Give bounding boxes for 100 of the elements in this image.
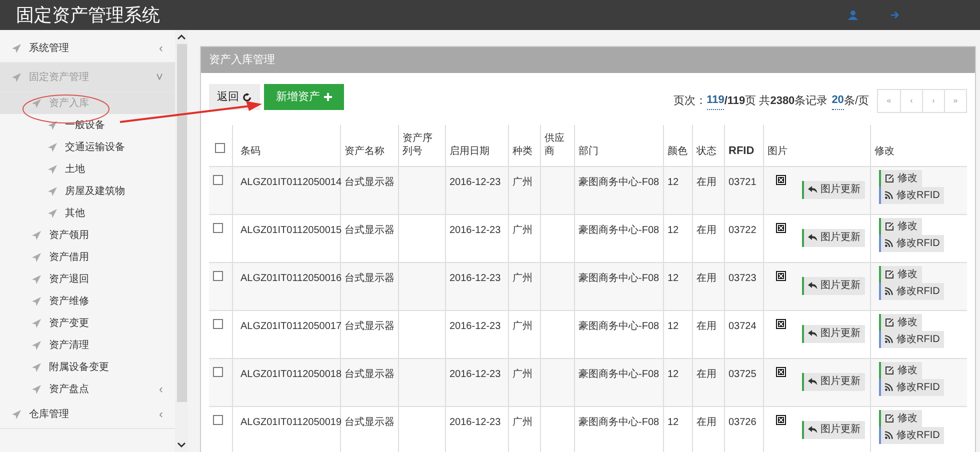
table-cell: 台式显示器 (344, 176, 394, 188)
table-cell: 2016-12-23 (450, 176, 501, 188)
sidebar-item[interactable]: 资产变更 (0, 312, 175, 334)
current-page-link[interactable]: 119 (706, 92, 724, 110)
broken-image-icon[interactable] (776, 318, 786, 328)
rss-icon (884, 431, 892, 439)
sidebar-item[interactable]: 资产清理 (0, 334, 175, 356)
broken-image-icon[interactable] (776, 174, 786, 184)
reply-icon (808, 378, 816, 385)
row-checkbox[interactable] (213, 366, 223, 376)
scrollbar-thumb[interactable] (176, 44, 186, 402)
scrollbar[interactable] (175, 30, 188, 452)
table-cell: 在用 (696, 368, 716, 380)
edit-button[interactable]: 修改 (878, 314, 922, 330)
table-cell: 2016-12-23 (450, 416, 501, 428)
sidebar-item-label: 资产清理 (49, 338, 90, 352)
back-button[interactable]: 返回 (209, 84, 260, 110)
table-cell: ALGZ01IT0112050016 (240, 272, 342, 284)
sidebar-item[interactable]: 其他 (0, 202, 175, 224)
column-header: 供应商 (544, 132, 566, 158)
sidebar-item-label: 资产领用 (49, 228, 90, 242)
sidebar-item-label: 资产盘点 (49, 382, 90, 396)
rss-icon (884, 239, 892, 247)
column-header: 颜色 (668, 144, 688, 158)
image-update-button[interactable]: 图片更新 (802, 180, 864, 198)
table-cell: 广州 (512, 224, 532, 236)
table-cell: 豪图商务中心-F08 (578, 416, 660, 428)
edit-button[interactable]: 修改 (878, 266, 922, 282)
sidebar-item[interactable]: 房屋及建筑物 (0, 180, 175, 202)
edit-icon (884, 222, 894, 230)
table-cell: ALGZ01IT0112050017 (240, 320, 342, 332)
image-update-button[interactable]: 图片更新 (802, 420, 864, 438)
page-size-link[interactable]: 20 (832, 92, 844, 110)
image-update-button[interactable]: 图片更新 (802, 228, 864, 246)
row-checkbox[interactable] (213, 222, 223, 232)
sidebar-item[interactable]: 交通运输设备 (0, 136, 175, 158)
table-cell: 12 (668, 416, 679, 428)
table-cell: 12 (668, 368, 679, 380)
edit-button[interactable]: 修改 (878, 410, 922, 426)
reply-icon (808, 186, 816, 193)
column-header: 种类 (512, 144, 534, 158)
edit-rfid-button[interactable]: 修改RFID (878, 378, 944, 396)
sidebar-item-label: 附属设备变更 (49, 360, 110, 374)
column-header: 资产名称 (344, 144, 386, 158)
broken-image-icon[interactable] (776, 270, 786, 280)
nav-arrow-icon (48, 186, 57, 196)
sidebar-item-label: 房屋及建筑物 (65, 184, 126, 198)
sidebar-item[interactable]: 附属设备变更 (0, 356, 175, 378)
table-cell: 12 (668, 176, 679, 188)
broken-image-icon[interactable] (776, 222, 786, 232)
table-cell: ALGZ01IT0112050014 (240, 176, 342, 188)
row-checkbox[interactable] (213, 414, 223, 424)
edit-icon (884, 174, 894, 182)
select-all-checkbox[interactable] (215, 142, 226, 152)
sidebar-item[interactable]: 土地 (0, 158, 175, 180)
nav-arrow-icon (32, 318, 41, 328)
table-cell: 03721 (728, 176, 756, 188)
nav-arrow-icon (32, 230, 41, 240)
app-title: 固定资产管理系统 (16, 4, 160, 26)
table-cell: 在用 (696, 224, 716, 236)
sidebar-item-label: 交通运输设备 (65, 140, 126, 154)
scroll-down-icon[interactable] (177, 442, 186, 448)
table-cell: 在用 (696, 176, 716, 188)
sidebar-item[interactable]: 资产盘点 ‹ (0, 378, 175, 400)
row-checkbox[interactable] (213, 174, 223, 184)
edit-rfid-button[interactable]: 修改RFID (878, 330, 944, 348)
row-checkbox[interactable] (213, 270, 223, 280)
image-update-button[interactable]: 图片更新 (802, 276, 864, 294)
scroll-up-icon[interactable] (177, 34, 186, 40)
edit-rfid-button[interactable]: 修改RFID (878, 186, 944, 204)
image-update-button[interactable]: 图片更新 (802, 372, 864, 390)
image-update-button[interactable]: 图片更新 (802, 324, 864, 342)
edit-button[interactable]: 修改 (878, 170, 922, 186)
edit-button[interactable]: 修改 (878, 362, 922, 378)
broken-image-icon[interactable] (776, 414, 786, 424)
chevron-icon: ‹ (159, 39, 163, 57)
edit-rfid-button[interactable]: 修改RFID (878, 234, 944, 252)
chevron-icon: ‹ (159, 380, 163, 398)
edit-icon (884, 414, 894, 422)
sidebar-item-label: 固定资产管理 (29, 70, 90, 84)
edit-rfid-button[interactable]: 修改RFID (878, 426, 944, 444)
nav-arrow-icon (32, 274, 41, 284)
table-cell: 2016-12-23 (450, 272, 501, 284)
sidebar-item[interactable]: 资产领用 (0, 224, 175, 246)
sidebar-item[interactable]: 资产借用 (0, 246, 175, 268)
sidebar-item[interactable]: 资产维修 (0, 290, 175, 312)
plus-icon (324, 93, 332, 101)
edit-button[interactable]: 修改 (878, 218, 922, 234)
edit-rfid-button[interactable]: 修改RFID (878, 282, 944, 300)
row-checkbox[interactable] (213, 318, 223, 328)
table-cell: 广州 (512, 416, 532, 428)
column-header: 条码 (240, 144, 262, 158)
sidebar-item[interactable]: 资产退回 (0, 268, 175, 290)
rss-icon (884, 287, 892, 295)
sidebar-item-label: 资产借用 (49, 250, 90, 264)
broken-image-icon[interactable] (776, 366, 786, 376)
table-cell: ALGZ01IT0112050018 (240, 368, 342, 380)
table-cell: 豪图商务中心-F08 (578, 320, 660, 332)
column-header: RFID (728, 144, 756, 158)
nav-arrow-icon (32, 296, 41, 306)
